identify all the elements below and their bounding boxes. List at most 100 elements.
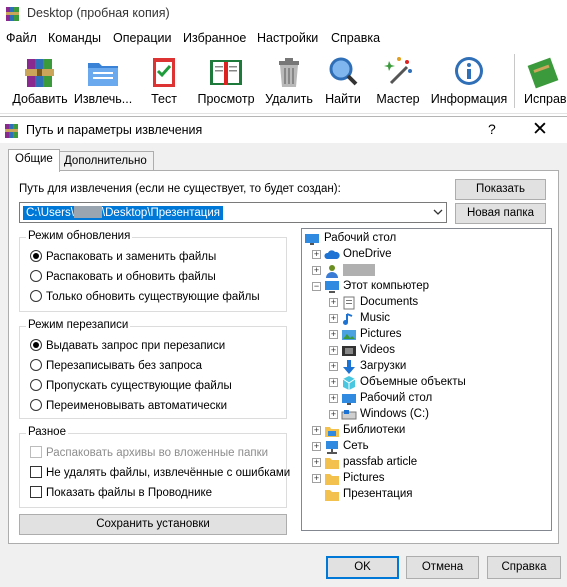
update-option-update[interactable]: Распаковать и обновить файлы xyxy=(30,270,216,283)
overwrite-option-overwrite[interactable]: Перезаписывать без запроса xyxy=(30,359,202,372)
expand-icon[interactable]: + xyxy=(329,394,338,403)
overwrite-mode-group: Режим перезаписи Выдавать запрос при пер… xyxy=(19,319,287,419)
misc-option-keep-broken[interactable]: Не удалять файлы, извлечённые с ошибками xyxy=(30,466,290,479)
overwrite-mode-title: Режим перезаписи xyxy=(26,319,131,331)
expand-icon[interactable]: + xyxy=(329,330,338,339)
app-title: Desktop (пробная копия) xyxy=(27,6,170,20)
overwrite-option-skip[interactable]: Пропускать существующие файлы xyxy=(30,379,232,392)
info-icon xyxy=(455,57,483,85)
tab-general[interactable]: Общие xyxy=(8,149,60,172)
radio-button[interactable] xyxy=(30,359,42,371)
show-button[interactable]: Показать xyxy=(455,179,546,200)
tab-advanced[interactable]: Дополнительно xyxy=(57,151,154,171)
radio-button[interactable] xyxy=(30,290,42,302)
destination-path-combobox[interactable]: C:\Users\ \Desktop\Презентация xyxy=(19,202,447,223)
info-button[interactable]: Информация xyxy=(430,50,508,112)
menu-commands[interactable]: Команды xyxy=(48,31,101,45)
expand-icon[interactable]: + xyxy=(329,314,338,323)
cancel-button[interactable]: Отмена xyxy=(406,556,479,579)
extract-folder-icon xyxy=(88,63,118,86)
help-icon[interactable]: ? xyxy=(488,121,496,137)
checkbox[interactable] xyxy=(30,466,42,478)
view-book-icon xyxy=(210,60,242,85)
radio-button[interactable] xyxy=(30,399,42,411)
folder-tree[interactable]: Рабочий стол + OneDrive + − Этот компьют… xyxy=(301,228,552,531)
view-button[interactable]: Просмотр xyxy=(195,50,257,112)
delete-button[interactable]: Удалить xyxy=(263,50,315,112)
overwrite-option-ask[interactable]: Выдавать запрос при перезаписи xyxy=(30,339,225,352)
help-button[interactable]: Справка xyxy=(487,556,561,579)
destination-path-value[interactable]: C:\Users\ \Desktop\Презентация xyxy=(23,206,223,220)
update-option-replace[interactable]: Распаковать и заменить файлы xyxy=(30,250,216,263)
ok-button[interactable]: OK xyxy=(326,556,399,579)
expand-icon[interactable]: + xyxy=(312,458,321,467)
download-arrow-icon xyxy=(343,360,355,374)
expand-icon[interactable]: + xyxy=(312,442,321,451)
expand-icon[interactable]: + xyxy=(329,298,338,307)
app-titlebar: Desktop (пробная копия) xyxy=(0,0,567,28)
radio-button[interactable] xyxy=(30,270,42,282)
test-clipboard-icon xyxy=(153,58,175,87)
radio-button[interactable] xyxy=(30,339,42,351)
extraction-dialog: Путь и параметры извлечения ? ✕ Общие До… xyxy=(0,116,567,587)
chevron-down-icon[interactable] xyxy=(433,207,443,217)
menu-bar: Файл Команды Операции Избранное Настройк… xyxy=(0,28,567,50)
expand-icon[interactable]: + xyxy=(312,426,321,435)
computer-icon xyxy=(325,281,339,293)
update-option-fresh-only[interactable]: Только обновить существующие файлы xyxy=(30,290,260,303)
test-button[interactable]: Тест xyxy=(141,50,187,112)
checkbox xyxy=(30,446,42,458)
redacted-username xyxy=(73,206,102,218)
repair-button[interactable]: Исправи xyxy=(520,50,567,112)
update-mode-group: Режим обновления Распаковать и заменить … xyxy=(19,230,287,312)
expand-icon[interactable]: + xyxy=(329,410,338,419)
winrar-icon xyxy=(5,124,18,138)
menu-favorites[interactable]: Избранное xyxy=(183,31,246,45)
new-folder-button[interactable]: Новая папка xyxy=(455,203,546,224)
menu-operations[interactable]: Операции xyxy=(113,31,171,45)
radio-button[interactable] xyxy=(30,250,42,262)
desktop-icon xyxy=(342,394,356,405)
user-icon xyxy=(326,265,338,278)
radio-button[interactable] xyxy=(30,379,42,391)
misc-title: Разное xyxy=(26,426,68,438)
expand-icon[interactable]: + xyxy=(329,346,338,355)
toolbar-separator xyxy=(514,54,515,108)
close-icon[interactable]: ✕ xyxy=(532,118,548,141)
drive-icon xyxy=(341,410,357,420)
menu-help[interactable]: Справка xyxy=(331,31,380,45)
dialog-titlebar: Путь и параметры извлечения ? ✕ xyxy=(0,117,567,143)
expand-icon[interactable]: + xyxy=(329,362,338,371)
misc-option-show-in-explorer[interactable]: Показать файлы в Проводнике xyxy=(30,486,212,499)
find-button[interactable]: Найти xyxy=(320,50,366,112)
pictures-icon xyxy=(342,330,356,340)
extract-button[interactable]: Извлечь... xyxy=(72,50,134,112)
save-settings-button[interactable]: Сохранить установки xyxy=(19,514,287,535)
repair-icon xyxy=(527,57,558,89)
library-folder-icon xyxy=(325,427,339,437)
archive-books-icon xyxy=(25,59,54,87)
expand-icon[interactable]: + xyxy=(329,378,338,387)
expand-icon[interactable]: + xyxy=(312,250,321,259)
folder-icon xyxy=(325,458,339,469)
desktop-icon xyxy=(305,234,319,245)
overwrite-option-rename[interactable]: Переименовывать автоматически xyxy=(30,399,227,412)
menu-file[interactable]: Файл xyxy=(6,31,37,45)
cloud-icon xyxy=(324,250,340,259)
winrar-icon xyxy=(6,7,19,21)
collapse-icon[interactable]: − xyxy=(312,282,321,291)
folder-icon xyxy=(325,490,339,501)
redacted-username xyxy=(343,264,375,276)
expand-icon[interactable]: + xyxy=(312,474,321,483)
music-icon xyxy=(343,313,353,325)
wizard-button[interactable]: Мастер xyxy=(373,50,423,112)
expand-icon[interactable]: + xyxy=(312,266,321,275)
cube-icon xyxy=(342,376,356,390)
checkbox[interactable] xyxy=(30,486,42,498)
menu-settings[interactable]: Настройки xyxy=(257,31,318,45)
add-button[interactable]: Добавить xyxy=(9,50,71,112)
network-icon xyxy=(326,441,338,454)
trash-icon xyxy=(279,58,299,87)
misc-group: Разное Распаковать архивы во вложенные п… xyxy=(19,426,290,508)
documents-icon xyxy=(343,296,355,310)
